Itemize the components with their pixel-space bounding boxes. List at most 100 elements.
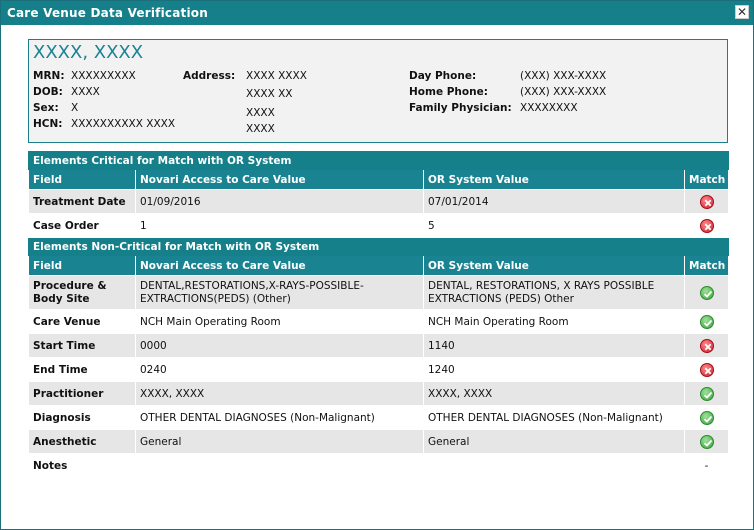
or-value: 07/01/2014 [423, 189, 685, 214]
table-row: Notes - [28, 453, 730, 478]
match-cell [683, 213, 730, 238]
or-value: 5 [423, 213, 685, 238]
column-header-novari: Novari Access to Care Value [135, 169, 424, 190]
x-circle-icon [699, 194, 714, 209]
novari-value: 0000 [135, 333, 424, 358]
novari-value [135, 453, 424, 478]
address-line-3: XXXX [246, 107, 275, 119]
field-name: Notes [28, 453, 136, 478]
verification-dialog: Care Venue Data Verification ✕ XXXX, XXX… [0, 0, 754, 530]
table-row: Care Venue NCH Main Operating Room NCH Mai… [28, 309, 730, 334]
match-cell: - [683, 453, 730, 478]
field-name: Procedure & Body Site [28, 275, 136, 310]
noncritical-column-header: Field Novari Access to Care Value OR Syste… [28, 255, 730, 276]
home-phone-label: Home Phone: [409, 86, 488, 98]
dob-label: DOB: [33, 86, 63, 98]
check-circle-icon [699, 434, 714, 449]
noncritical-section-title: Elements Non-Critical for Match with OR … [27, 237, 730, 256]
table-row: Diagnosis OTHER DENTAL DIAGNOSES (Non-Mal… [28, 405, 730, 430]
or-value: General [423, 429, 685, 454]
verification-table: Elements Critical for Match with OR Syst… [27, 151, 730, 478]
address-line-4: XXXX [246, 123, 275, 135]
column-header-match: Match [683, 169, 730, 190]
verification-grid: Elements Critical for Match with OR Syst… [27, 151, 730, 478]
field-name: Practitioner [28, 381, 136, 406]
check-circle-icon [699, 386, 714, 401]
or-value: DENTAL, RESTORATIONS, X RAYS POSSIBLE EX… [423, 275, 685, 310]
dob-value: XXXX [71, 86, 100, 98]
column-header-match: Match [683, 255, 730, 276]
field-name: Diagnosis [28, 405, 136, 430]
patient-name: XXXX, XXXX [33, 42, 144, 63]
column-header-or: OR System Value [423, 169, 685, 190]
or-value: 1140 [423, 333, 685, 358]
day-phone-value: (XXX) XXX-XXXX [520, 70, 607, 82]
table-row: Start Time 0000 1140 [28, 333, 730, 358]
sex-value: X [71, 102, 79, 114]
novari-value: General [135, 429, 424, 454]
section-title-text: Elements Non-Critical for Match with OR … [27, 237, 730, 256]
address-line-2: XXXX XX [246, 88, 293, 100]
novari-value: NCH Main Operating Room [135, 309, 424, 334]
sex-label: Sex: [33, 102, 59, 114]
field-name: Start Time [28, 333, 136, 358]
family-physician-value: XXXXXXXX [520, 102, 578, 114]
or-value: 1240 [423, 357, 685, 382]
table-row: End Time 0240 1240 [28, 357, 730, 382]
x-circle-icon [699, 218, 714, 233]
dialog-title: Care Venue Data Verification [7, 6, 208, 20]
mrn-label: MRN: [33, 70, 65, 82]
family-physician-label: Family Physician: [409, 102, 512, 114]
match-cell [683, 405, 730, 430]
table-row: Practitioner XXXX, XXXX XXXX, XXXX [28, 381, 730, 406]
match-cell [683, 333, 730, 358]
or-value [423, 453, 685, 478]
title-bar: Care Venue Data Verification ✕ [1, 1, 753, 25]
x-circle-icon [699, 338, 714, 353]
or-value: OTHER DENTAL DIAGNOSES (Non-Malignant) [423, 405, 685, 430]
match-cell [683, 309, 730, 334]
field-name: Care Venue [28, 309, 136, 334]
novari-value: 01/09/2016 [135, 189, 424, 214]
day-phone-label: Day Phone: [409, 70, 477, 82]
check-circle-icon [699, 285, 714, 300]
home-phone-value: (XXX) XXX-XXXX [520, 86, 607, 98]
section-title-text: Elements Critical for Match with OR Syst… [27, 151, 730, 170]
mrn-value: XXXXXXXXX [71, 70, 136, 82]
field-name: Anesthetic [28, 429, 136, 454]
check-circle-icon [699, 314, 714, 329]
patient-summary: XXXX, XXXX MRN: XXXXXXXXX DOB: XXXX Sex:… [28, 39, 728, 143]
address-label: Address: [183, 70, 236, 82]
field-name: Treatment Date [28, 189, 136, 214]
check-circle-icon [699, 410, 714, 425]
match-cell [683, 357, 730, 382]
match-cell [683, 381, 730, 406]
column-header-field: Field [28, 255, 136, 276]
table-row: Treatment Date 01/09/2016 07/01/2014 [28, 189, 730, 214]
field-name: End Time [28, 357, 136, 382]
field-name: Case Order [28, 213, 136, 238]
column-header-field: Field [28, 169, 136, 190]
hcn-label: HCN: [33, 118, 63, 130]
table-row: Procedure & Body Site DENTAL,RESTORATIONS… [28, 275, 730, 310]
match-cell [683, 275, 730, 310]
column-header-or: OR System Value [423, 255, 685, 276]
novari-value: 1 [135, 213, 424, 238]
hcn-value: XXXXXXXXXX XXXX [71, 118, 176, 130]
address-line-1: XXXX XXXX [246, 70, 307, 82]
x-circle-icon [699, 362, 714, 377]
or-value: XXXX, XXXX [423, 381, 685, 406]
or-value: NCH Main Operating Room [423, 309, 685, 334]
novari-value: XXXX, XXXX [135, 381, 424, 406]
table-row: Case Order 1 5 [28, 213, 730, 238]
table-row: Anesthetic General General [28, 429, 730, 454]
novari-value: OTHER DENTAL DIAGNOSES (Non-Malignant) [135, 405, 424, 430]
column-header-novari: Novari Access to Care Value [135, 255, 424, 276]
match-cell [683, 189, 730, 214]
match-cell [683, 429, 730, 454]
critical-column-header: Field Novari Access to Care Value OR Syste… [28, 169, 730, 190]
critical-section-title: Elements Critical for Match with OR Syst… [27, 151, 730, 170]
close-button[interactable]: ✕ [735, 5, 749, 19]
novari-value: 0240 [135, 357, 424, 382]
novari-value: DENTAL,RESTORATIONS,X-RAYS-POSSIBLE-EXTR… [135, 275, 424, 310]
